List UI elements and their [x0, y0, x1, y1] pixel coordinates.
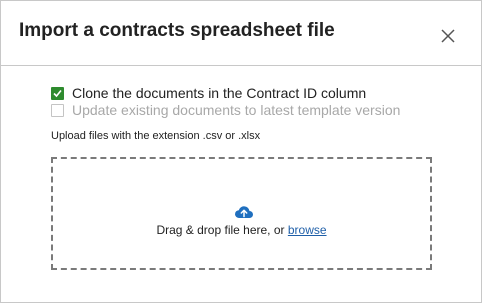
cloud-upload-icon	[234, 206, 253, 219]
clone-documents-label: Clone the documents in the Contract ID c…	[72, 85, 367, 101]
drop-text: Drag & drop file here, or	[156, 223, 288, 237]
import-dialog: Import a contracts spreadsheet file Clon…	[0, 0, 482, 303]
browse-link[interactable]: browse	[288, 223, 327, 237]
upload-hint: Upload files with the extension .csv or …	[51, 130, 261, 142]
drop-instructions: Drag & drop file here, or browse	[53, 223, 430, 237]
update-documents-label: Update existing documents to latest temp…	[72, 102, 401, 118]
update-documents-checkbox	[51, 103, 64, 117]
clone-documents-checkbox[interactable]	[51, 86, 64, 100]
close-icon[interactable]	[439, 27, 457, 45]
update-documents-option: Update existing documents to latest temp…	[51, 102, 400, 118]
clone-documents-option[interactable]: Clone the documents in the Contract ID c…	[51, 85, 366, 101]
dialog-title: Import a contracts spreadsheet file	[19, 20, 335, 41]
file-dropzone[interactable]: Drag & drop file here, or browse	[51, 157, 432, 270]
checkmark-icon	[53, 89, 62, 97]
dialog-header: Import a contracts spreadsheet file	[1, 1, 481, 66]
